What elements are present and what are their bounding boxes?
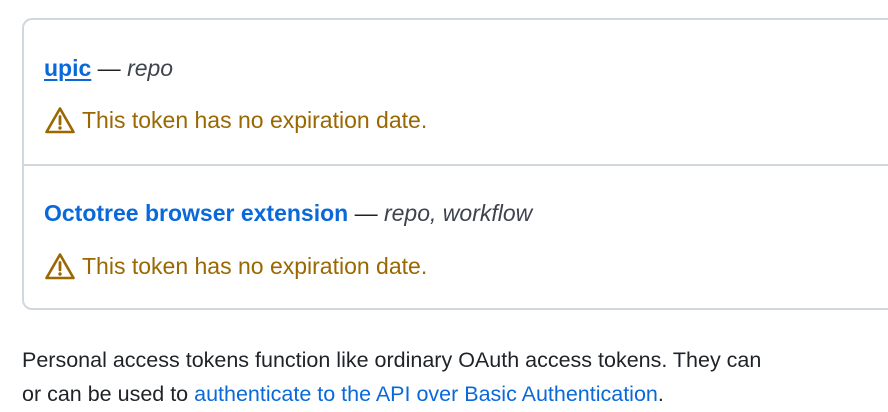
- token-expiration-warning: This token has no expiration date.: [44, 251, 427, 281]
- tokens-page: upic — repo This token has no expiration…: [0, 0, 888, 412]
- description-line-2-prefix: or can be used to: [22, 382, 195, 406]
- token-warning-text: This token has no expiration date.: [82, 253, 428, 279]
- token-title: Octotree browser extension — repo, workf…: [44, 198, 532, 228]
- tokens-description: Personal access tokens function like ord…: [22, 343, 761, 411]
- token-scopes: repo: [127, 55, 174, 81]
- token-expiration-warning: This token has no expiration date.: [44, 105, 427, 135]
- token-separator: —: [348, 200, 384, 226]
- token-list-item: Octotree browser extension — repo, workf…: [24, 166, 888, 308]
- token-list-item: upic — repo This token has no expiration…: [24, 20, 888, 166]
- token-separator: —: [91, 55, 128, 81]
- description-line-1: Personal access tokens function like ord…: [22, 348, 762, 372]
- description-line-2-suffix: .: [657, 382, 664, 406]
- token-name-link[interactable]: Octotree browser extension: [44, 200, 348, 226]
- token-list: upic — repo This token has no expiration…: [22, 18, 888, 310]
- description-line-2: or can be used to authenticate to the AP…: [22, 377, 761, 411]
- token-scopes: repo, workflow: [383, 200, 533, 226]
- token-warning-text: This token has no expiration date.: [82, 107, 428, 133]
- alert-triangle-icon: [44, 251, 76, 281]
- alert-triangle-icon: [44, 105, 76, 135]
- basic-auth-docs-link[interactable]: authenticate to the API over Basic Authe…: [194, 382, 658, 406]
- token-title: upic — repo: [44, 53, 173, 83]
- token-name-link[interactable]: upic: [44, 55, 91, 81]
